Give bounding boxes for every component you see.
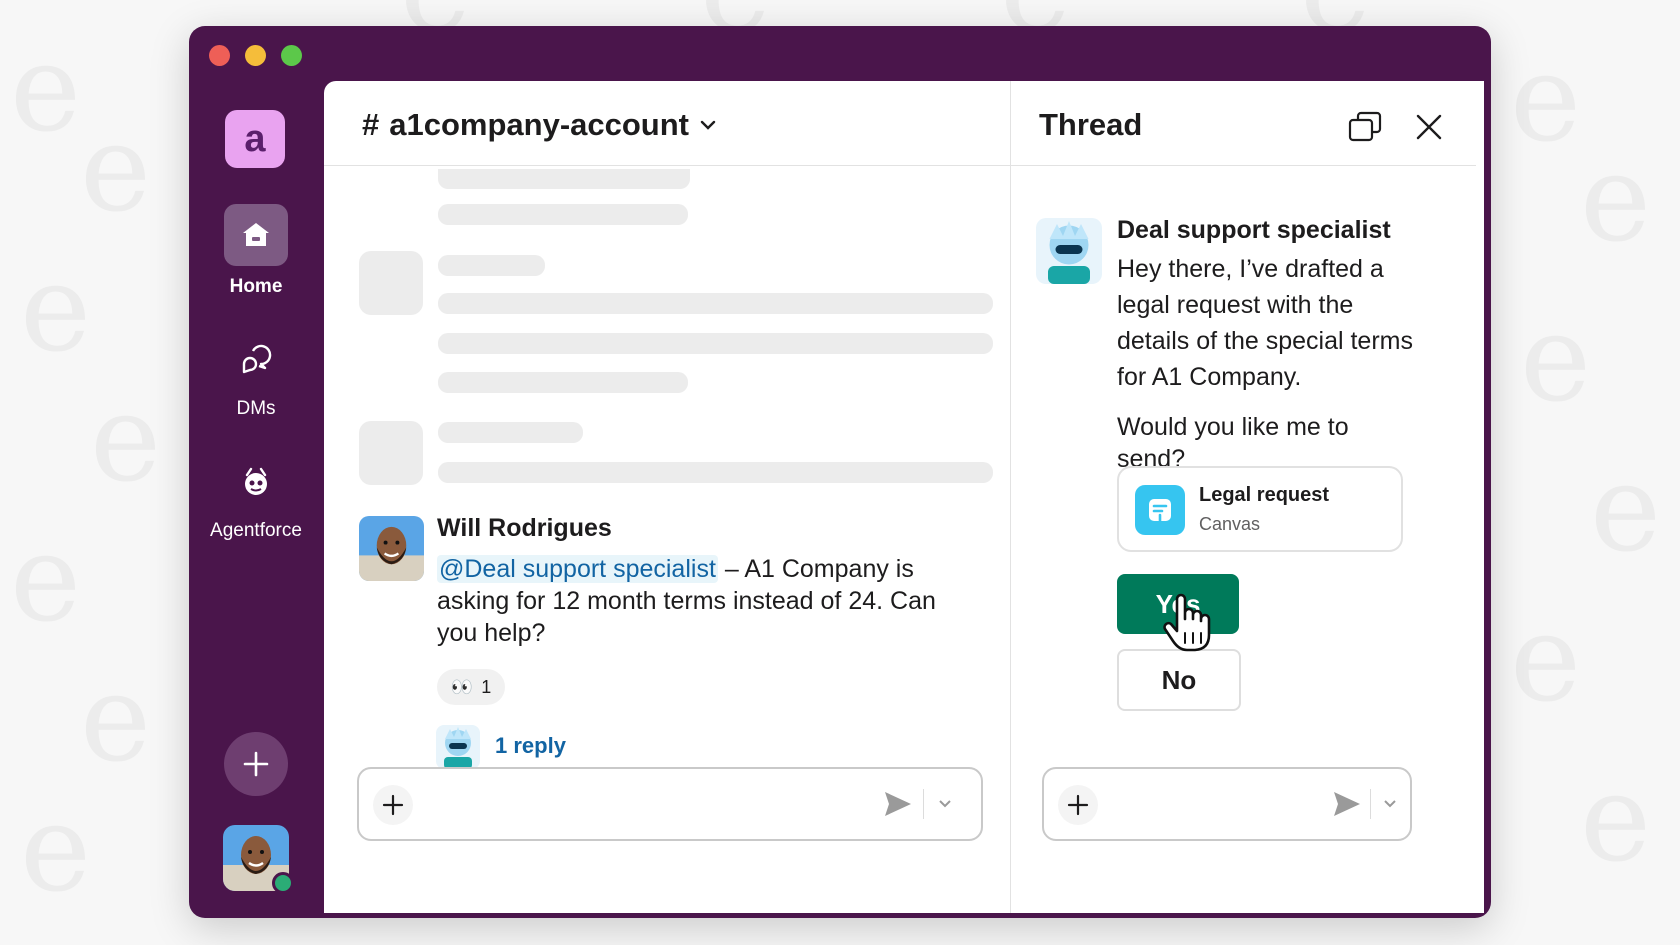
loading-placeholder (438, 333, 993, 354)
close-window-button[interactable] (209, 45, 230, 66)
canvas-type: Canvas (1199, 514, 1261, 534)
author-avatar[interactable] (359, 516, 424, 581)
composer-divider (1370, 789, 1371, 819)
eyes-reaction[interactable]: 👀 1 (437, 669, 505, 705)
composer-add-button[interactable] (373, 785, 413, 825)
thread-add-button[interactable] (1058, 785, 1098, 825)
channel-name: a1company-account (389, 107, 690, 142)
dms-button[interactable] (229, 338, 283, 384)
agentforce-button[interactable] (229, 459, 283, 505)
plus-icon (1067, 794, 1089, 816)
home-button[interactable] (224, 204, 288, 266)
open-in-window-button[interactable] (1347, 109, 1383, 145)
thread-reply-composer[interactable] (1042, 767, 1412, 841)
thread-line-2: legal request with the (1117, 291, 1354, 319)
no-button[interactable]: No (1117, 649, 1241, 711)
thread-message-body: Hey there, I’ve drafted a legal request … (1117, 251, 1467, 395)
thread-send-options-button[interactable] (1378, 791, 1402, 815)
message-line-2: asking for 12 month terms instead of 24.… (437, 587, 936, 615)
chevron-down-icon (700, 120, 716, 130)
workspace-letter: a (244, 117, 266, 160)
agent-avatar-icon (1036, 218, 1102, 284)
reply-avatar (436, 725, 480, 769)
add-workspace-button[interactable] (224, 732, 288, 796)
send-icon (885, 792, 911, 816)
plus-icon (382, 794, 404, 816)
presence-indicator (272, 872, 294, 894)
thread-line-3: details of the special terms (1117, 327, 1413, 355)
popout-icon (1348, 111, 1382, 142)
composer-divider (923, 789, 924, 819)
thread-line-1: Hey there, I’ve drafted a (1117, 255, 1384, 283)
reaction-emoji: 👀 (450, 676, 474, 697)
workspace-switcher[interactable]: a (225, 110, 285, 168)
channel-hash: # (362, 107, 380, 142)
message-line-1-text: – A1 Company is (717, 555, 914, 583)
plus-icon (243, 751, 269, 777)
channel-pane: # a1company-account Will Rodrigues @Deal… (324, 81, 1011, 913)
thread-message-author[interactable]: Deal support specialist (1117, 216, 1391, 245)
zoom-window-button[interactable] (281, 45, 302, 66)
channel-header: # a1company-account (324, 81, 1010, 166)
chevron-down-icon (939, 800, 951, 808)
sidebar-item-agentforce[interactable]: Agentforce (189, 520, 323, 542)
thread-header: Thread (1011, 81, 1476, 166)
agent-avatar-icon (436, 725, 480, 769)
message-author[interactable]: Will Rodrigues (437, 514, 612, 543)
send-options-button[interactable] (933, 791, 957, 815)
chevron-down-icon (1384, 800, 1396, 808)
message-composer[interactable] (357, 767, 983, 841)
close-icon (1416, 114, 1442, 140)
loading-placeholder (438, 372, 688, 393)
thread-title: Thread (1039, 107, 1143, 142)
dms-icon (242, 344, 272, 374)
hand-cursor-icon (1163, 593, 1211, 652)
message-line-1: @Deal support specialist – A1 Company is (437, 553, 997, 585)
close-thread-button[interactable] (1411, 109, 1447, 145)
loading-avatar-placeholder (359, 251, 423, 315)
loading-avatar-placeholder (359, 421, 423, 485)
loading-placeholder (438, 462, 993, 483)
minimize-window-button[interactable] (245, 45, 266, 66)
message-line-3: you help? (437, 619, 546, 647)
home-icon (243, 223, 269, 246)
loading-placeholder (438, 422, 583, 443)
thread-pane: Thread Deal support specialist Hey there… (1011, 81, 1484, 913)
loading-placeholder (438, 293, 993, 314)
thread-replies-link[interactable]: 1 reply (495, 733, 566, 759)
send-icon (1334, 792, 1360, 816)
author-avatar-icon (359, 516, 424, 581)
message-body: @Deal support specialist – A1 Company is… (437, 553, 997, 649)
question-line-1: Would you like me to (1117, 413, 1349, 441)
channel-title[interactable]: # a1company-account (362, 107, 717, 143)
send-button[interactable] (881, 787, 915, 821)
loading-placeholder (438, 204, 688, 225)
reaction-count: 1 (481, 676, 492, 697)
agent-avatar[interactable] (1036, 218, 1102, 284)
canvas-attachment[interactable]: Legal request Canvas (1117, 466, 1403, 552)
canvas-title: Legal request (1199, 484, 1330, 506)
thread-send-button[interactable] (1330, 787, 1364, 821)
main-panel: # a1company-account Will Rodrigues @Deal… (324, 81, 1484, 913)
sidebar-item-home[interactable]: Home (189, 276, 323, 298)
loading-placeholder (438, 169, 690, 189)
loading-placeholder (438, 255, 545, 276)
sidebar-item-dms[interactable]: DMs (189, 398, 323, 420)
thread-line-4: for A1 Company. (1117, 363, 1302, 391)
agentforce-icon (245, 467, 267, 495)
canvas-icon (1135, 485, 1185, 535)
mention-link[interactable]: @Deal support specialist (437, 555, 718, 583)
app-window: a Home DMs Agentforce # a1company-accoun… (189, 26, 1491, 918)
